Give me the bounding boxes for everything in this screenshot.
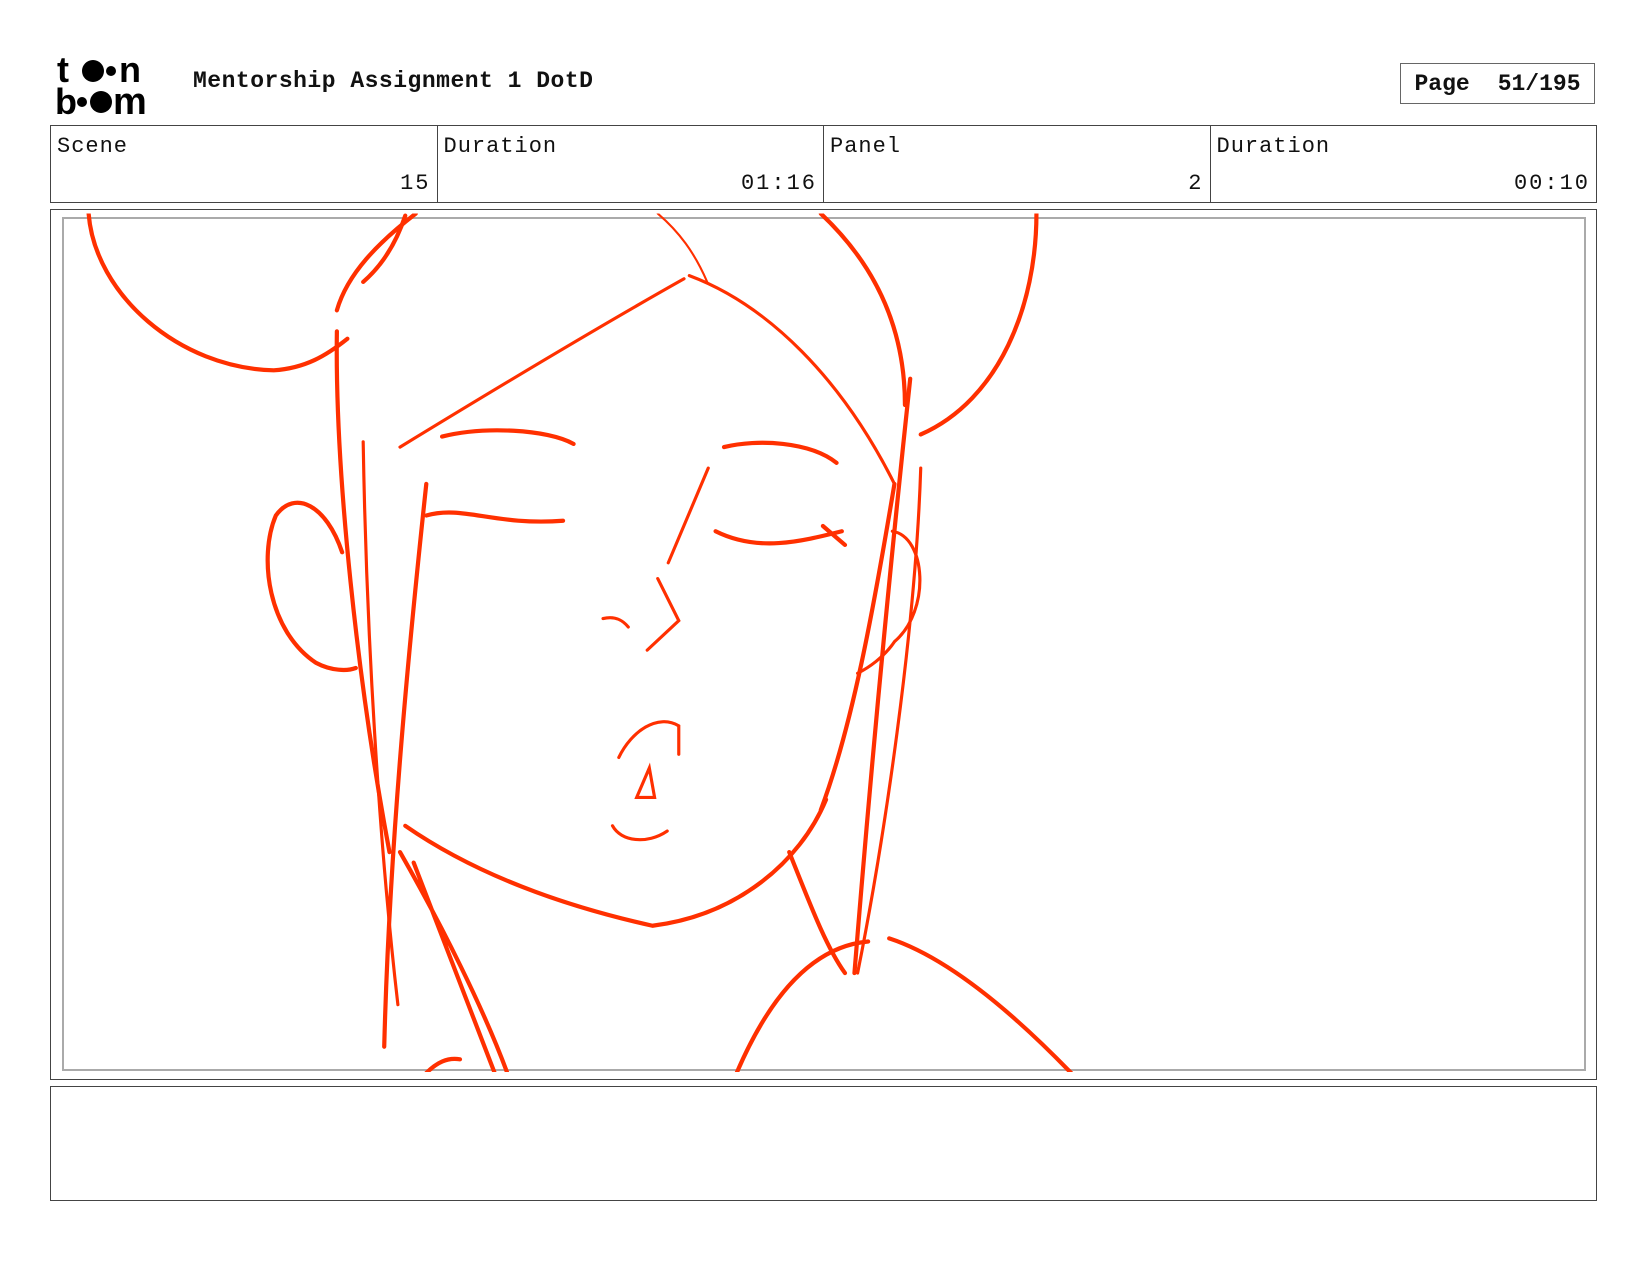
hair-strand [382,481,429,1049]
left-eye [424,510,566,524]
left-brow [439,428,576,447]
right-bun [918,213,1039,437]
hair-strand [334,213,418,313]
mouth [610,720,681,842]
hair-strand [334,329,392,855]
shoulder [734,936,1073,1072]
neck-left [397,850,510,1072]
right-eye [713,523,848,548]
hair-top [656,213,709,283]
left-ear [265,500,358,673]
jaw [403,797,829,928]
hair-right [818,213,908,408]
left-bun [86,213,350,373]
nose [601,466,710,652]
panel-sketch [86,213,1073,1072]
bangs [398,277,686,449]
neck [787,850,848,976]
hair-right [687,274,897,486]
right-brow [721,440,839,465]
stroke-fragment [424,1056,463,1072]
caption-box [50,1086,1597,1201]
hair-strand [852,376,913,976]
